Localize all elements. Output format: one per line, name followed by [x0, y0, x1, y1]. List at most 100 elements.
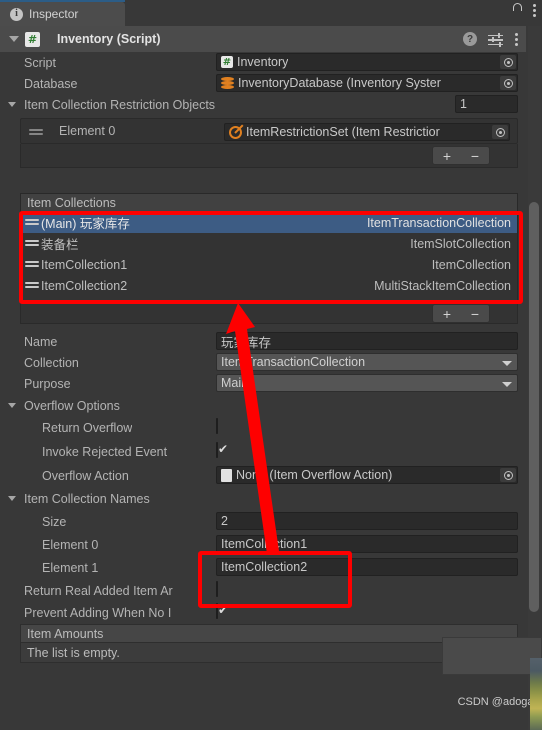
return-real-added-checkbox-wrap [216, 581, 218, 597]
item-collections-row-type: ItemCollection [431, 257, 511, 272]
size-label: Size [42, 514, 67, 529]
kebab-menu-icon[interactable] [532, 3, 536, 17]
item-collection-names-label: Item Collection Names [24, 491, 150, 506]
purpose-dropdown-wrap: Main [216, 374, 518, 392]
field-row-return-real-added: Return Real Added Item Ar [0, 580, 526, 601]
field-row-collection: Collection ItemTransactionCollection [0, 352, 526, 373]
chevron-down-icon[interactable] [8, 496, 16, 501]
name-input[interactable]: 玩家库存 [216, 332, 518, 350]
restriction-element-container: Element 0 ItemRestrictionSet (Item Restr… [20, 118, 518, 144]
scrollbar-thumb[interactable] [529, 202, 539, 612]
item-collections-row-type: MultiStackItemCollection [374, 278, 511, 293]
restriction-size-field[interactable]: 1 [455, 95, 518, 113]
database-object-picker-icon[interactable] [500, 76, 516, 90]
name-field-wrap: 玩家库存 [216, 332, 518, 350]
info-icon: i [10, 7, 23, 21]
restriction-object-picker-icon[interactable] [492, 125, 508, 139]
csharp-script-icon: # [221, 56, 233, 68]
tab-inspector[interactable]: i Inspector [0, 2, 125, 26]
overflow-action-object-picker-icon[interactable] [500, 468, 516, 482]
field-row-database: Database InventoryDatabase (Inventory Sy… [0, 73, 526, 94]
vertical-scrollbar[interactable] [526, 26, 542, 730]
element0-field-wrap: ItemCollection1 [216, 535, 518, 553]
item-collections-row[interactable]: ItemCollection1 ItemCollection [21, 254, 517, 275]
component-title: Inventory (Script) [57, 32, 161, 46]
chevron-down-icon[interactable] [8, 102, 16, 107]
purpose-label: Purpose [24, 376, 71, 391]
chevron-down-icon [502, 361, 512, 366]
purpose-dropdown[interactable]: Main [216, 374, 518, 392]
drag-handle-icon[interactable] [25, 281, 39, 290]
restriction-objects-label: Item Collection Restriction Objects [24, 97, 216, 112]
no-entry-icon [229, 125, 242, 139]
prevent-adding-checkbox-wrap [216, 603, 218, 619]
name-label: Name [24, 334, 58, 349]
drag-handle-icon[interactable] [25, 218, 39, 227]
watermark-text: CSDN @adogai [457, 696, 536, 708]
field-row-item-collection-names[interactable]: Item Collection Names [0, 488, 526, 509]
prevent-adding-checkbox[interactable] [216, 603, 218, 619]
script-objectfield[interactable]: # Inventory [216, 53, 518, 71]
collections-add-remove-group: + − [432, 304, 490, 323]
item-collections-row-type: ItemTransactionCollection [366, 215, 511, 230]
chevron-down-icon[interactable] [9, 36, 19, 42]
item-collections-row[interactable]: (Main) 玩家库存 ItemTransactionCollection [21, 212, 517, 233]
inspector-body: Script # Inventory Database InventoryDat… [0, 52, 526, 730]
element0-input[interactable]: ItemCollection1 [216, 535, 518, 553]
restriction-add-button[interactable]: + [433, 147, 461, 164]
field-row-purpose: Purpose Main [0, 373, 526, 394]
drag-handle-icon[interactable] [29, 128, 43, 137]
item-collections-row-name: (Main) 玩家库存 [41, 217, 130, 231]
return-real-added-checkbox[interactable] [216, 581, 218, 597]
overflow-action-objectfield-wrap: None (Item Overflow Action) [216, 466, 518, 484]
collections-remove-button[interactable]: − [461, 305, 489, 322]
help-icon[interactable]: ? [463, 32, 477, 46]
invoke-rejected-event-checkbox[interactable] [216, 442, 218, 458]
script-objectfield-wrap: # Inventory [216, 53, 518, 71]
preset-icon[interactable] [488, 32, 503, 47]
item-collections-row[interactable]: 装备栏 ItemSlotCollection [21, 233, 517, 254]
field-row-size: Size 2 [0, 511, 526, 532]
restriction-element-objectfield[interactable]: ItemRestrictionSet (Item Restrictior [224, 123, 510, 141]
collection-dropdown-wrap: ItemTransactionCollection [216, 353, 518, 371]
element1-field-wrap: ItemCollection2 [216, 558, 518, 576]
database-objectfield[interactable]: InventoryDatabase (Inventory Syster [216, 74, 518, 92]
drag-handle-icon[interactable] [25, 239, 39, 248]
field-row-overflow-options[interactable]: Overflow Options [0, 395, 526, 416]
invoke-rejected-event-label: Invoke Rejected Event [42, 444, 168, 459]
element1-label: Element 1 [42, 560, 99, 575]
item-collections-row-name: ItemCollection1 [41, 257, 128, 272]
unity-inspector-window: i Inspector # Inventory (Script) ? Scrip… [0, 0, 542, 730]
database-objectfield-wrap: InventoryDatabase (Inventory Syster [216, 74, 518, 92]
restriction-remove-button[interactable]: − [461, 147, 489, 164]
return-overflow-checkbox[interactable] [216, 418, 218, 434]
component-kebab-menu-icon[interactable] [514, 32, 518, 46]
database-value: InventoryDatabase (Inventory Syster [238, 76, 441, 90]
size-field-wrap: 2 [216, 512, 518, 530]
field-row-element0: Element 0 ItemCollection1 [0, 534, 526, 555]
element1-input[interactable]: ItemCollection2 [216, 558, 518, 576]
chevron-down-icon[interactable] [8, 403, 16, 408]
field-row-name: Name 玩家库存 [0, 331, 526, 352]
lock-icon[interactable] [510, 3, 522, 63]
field-row-overflow-action: Overflow Action None (Item Overflow Acti… [0, 465, 526, 486]
field-row-invoke-rejected-event: Invoke Rejected Event [0, 441, 526, 462]
overflow-action-objectfield[interactable]: None (Item Overflow Action) [216, 466, 518, 484]
database-label: Database [24, 76, 78, 91]
component-header-inventory[interactable]: # Inventory (Script) ? [0, 26, 526, 52]
collection-dropdown[interactable]: ItemTransactionCollection [216, 353, 518, 371]
item-collections-row-type: ItemSlotCollection [410, 236, 511, 251]
script-label: Script [24, 55, 56, 70]
overflow-action-value: None (Item Overflow Action) [236, 468, 393, 482]
size-input[interactable]: 2 [216, 512, 518, 530]
restriction-size-wrap: 1 [455, 95, 518, 113]
item-collections-row-name: 装备栏 [41, 238, 79, 252]
item-collections-row[interactable]: ItemCollection2 MultiStackItemCollection [21, 275, 517, 296]
collections-add-button[interactable]: + [433, 305, 461, 322]
restriction-add-remove-group: + − [432, 146, 490, 165]
field-row-script: Script # Inventory [0, 52, 526, 73]
drag-handle-icon[interactable] [25, 260, 39, 269]
script-object-picker-icon[interactable] [500, 55, 516, 69]
field-row-return-overflow: Return Overflow [0, 417, 526, 438]
csharp-script-icon: # [25, 31, 40, 47]
